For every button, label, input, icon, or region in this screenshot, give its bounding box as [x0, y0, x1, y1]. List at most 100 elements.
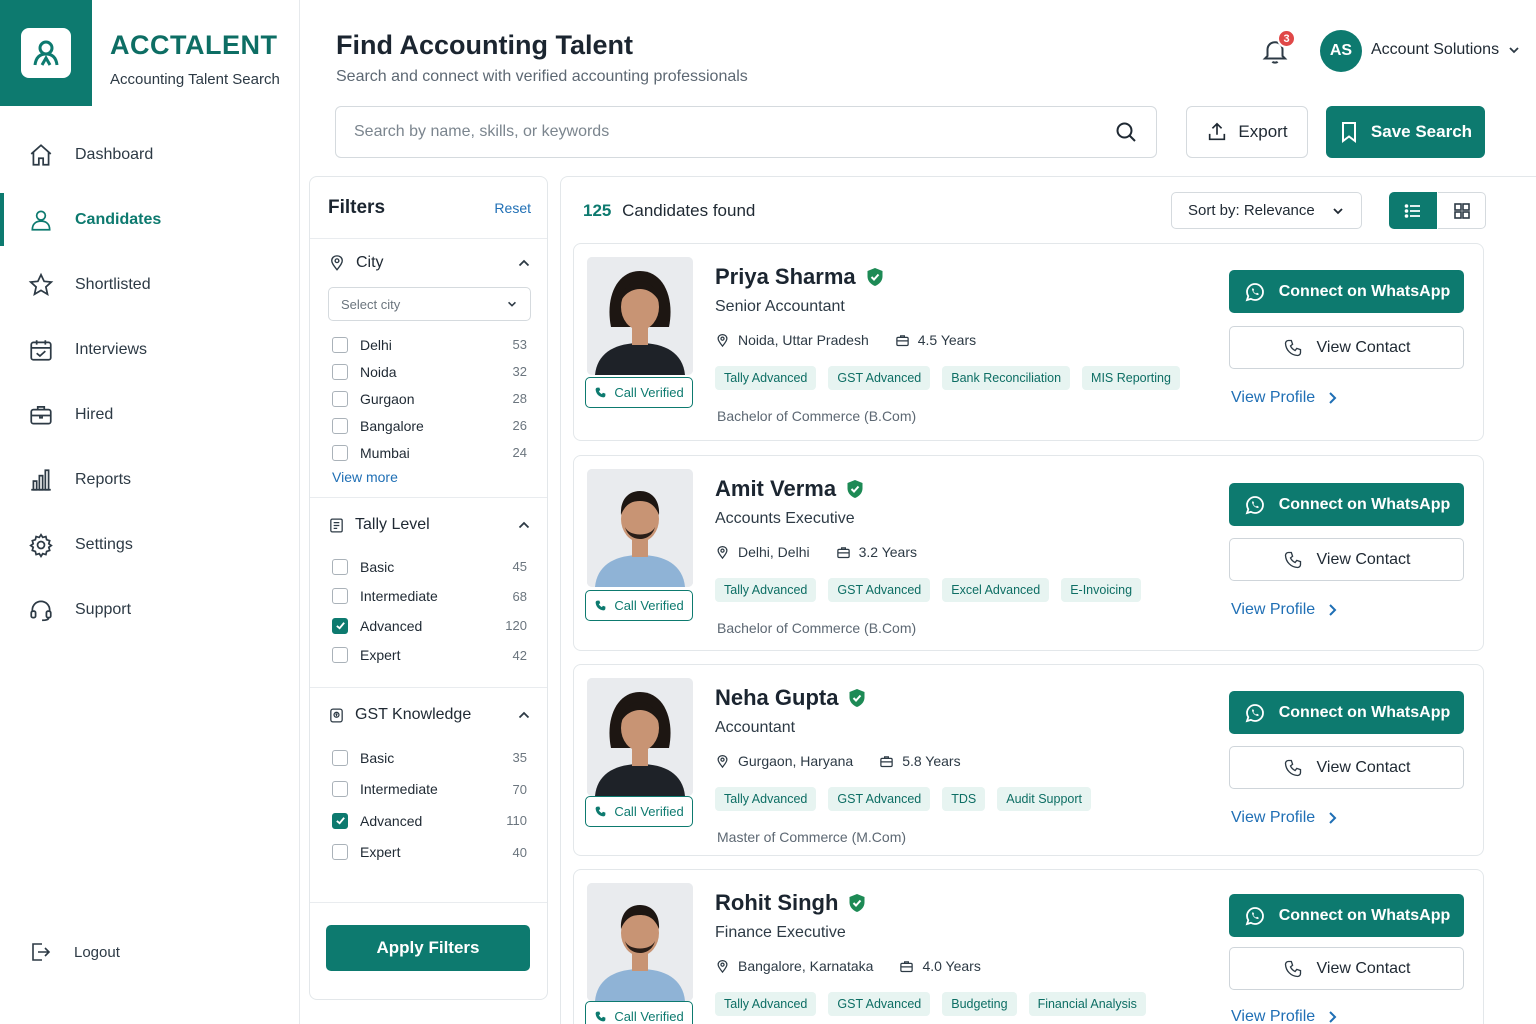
candidate-name[interactable]: Neha Gupta [715, 685, 866, 711]
view-profile-link[interactable]: View Profile [1231, 601, 1337, 619]
sidebar-item-settings[interactable]: Settings [0, 512, 299, 577]
filter-option-count: 110 [506, 813, 527, 829]
filter-option[interactable]: Bangalore 26 [328, 412, 531, 439]
sidebar-item-support[interactable]: Support [0, 577, 299, 642]
checkbox[interactable] [332, 444, 348, 461]
view-contact-button[interactable]: View Contact [1229, 947, 1464, 990]
sidebar-item-candidates[interactable]: Candidates [0, 187, 299, 252]
filter-option[interactable]: Intermediate 70 [328, 774, 531, 806]
checkbox[interactable] [332, 390, 348, 407]
list-icon [1404, 203, 1420, 218]
filter-option-label: Advanced [360, 812, 423, 829]
filter-option[interactable]: Expert 42 [328, 641, 531, 671]
checkbox[interactable] [332, 749, 348, 766]
filter-option[interactable]: Delhi 53 [328, 331, 531, 358]
phone-icon [595, 600, 606, 611]
whatsapp-button[interactable]: Connect on WhatsApp [1229, 691, 1464, 734]
chevron-right-icon [1329, 1011, 1337, 1023]
filter-option-label: Intermediate [360, 781, 438, 798]
verified-shield-icon [849, 894, 865, 912]
search-input[interactable] [354, 123, 1114, 141]
checkbox[interactable] [332, 812, 348, 829]
checkbox[interactable] [332, 647, 348, 664]
results-panel: 125 Candidates found Sort by: Relevance … [560, 176, 1536, 1024]
candidate-name[interactable]: Rohit Singh [715, 890, 866, 916]
filter-tally-header[interactable]: Tally Level [328, 498, 531, 552]
location-pin-icon [331, 255, 343, 271]
view-contact-button[interactable]: View Contact [1229, 326, 1464, 369]
filter-option[interactable]: Mumbai 24 [328, 439, 531, 466]
logout-button[interactable]: Logout [28, 940, 120, 964]
export-button[interactable]: Export [1186, 106, 1308, 158]
whatsapp-button[interactable]: Connect on WhatsApp [1229, 483, 1464, 526]
checkbox[interactable] [332, 363, 348, 380]
candidate-name-text: Priya Sharma [715, 264, 856, 289]
home-icon [30, 143, 52, 166]
filter-option-label: Basic [360, 558, 395, 575]
sidebar-item-hired[interactable]: Hired [0, 382, 299, 447]
grid-view-toggle[interactable] [1438, 192, 1486, 229]
view-more-link[interactable]: View more [328, 469, 398, 485]
filter-option[interactable]: Basic 45 [328, 552, 531, 582]
page-title: Find Accounting Talent [336, 30, 633, 60]
avatar[interactable]: AS [1320, 30, 1362, 72]
filter-option-count: 68 [512, 588, 527, 604]
filter-option[interactable]: Basic 35 [328, 742, 531, 774]
candidate-name[interactable]: Priya Sharma [715, 264, 884, 290]
search-icon[interactable] [1114, 120, 1138, 144]
gear-icon [29, 532, 53, 558]
checkbox[interactable] [332, 336, 348, 353]
verified-shield-icon [867, 268, 883, 286]
view-profile-link[interactable]: View Profile [1231, 389, 1337, 407]
filter-tally-title: Tally Level [355, 516, 430, 533]
filter-option[interactable]: Noida 32 [328, 358, 531, 385]
checkbox[interactable] [332, 417, 348, 434]
skill-tag: GST Advanced [828, 578, 931, 602]
filter-option[interactable]: Intermediate 68 [328, 582, 531, 612]
candidate-education: Master of Commerce (M.Com) [717, 829, 907, 845]
filter-option[interactable]: Gurgaon 28 [328, 385, 531, 412]
filter-option-label: Basic [360, 749, 395, 766]
apply-filters-button[interactable]: Apply Filters [326, 925, 530, 971]
filter-city-header[interactable]: City [328, 239, 531, 287]
logout-icon [32, 943, 51, 961]
sort-dropdown[interactable]: Sort by: Relevance [1171, 192, 1362, 229]
view-profile-link[interactable]: View Profile [1231, 809, 1337, 827]
checkbox[interactable] [332, 588, 348, 605]
checkbox[interactable] [332, 781, 348, 798]
phone-icon [595, 1011, 606, 1022]
filters-title: Filters [328, 196, 386, 218]
account-name: Account Solutions [1371, 41, 1500, 58]
filter-option-count: 40 [512, 844, 527, 860]
filter-option[interactable]: Advanced 120 [328, 611, 531, 641]
view-profile-link[interactable]: View Profile [1231, 1008, 1337, 1024]
filter-gst-header[interactable]: GST Knowledge [328, 688, 531, 742]
filter-city: City Select city Delhi 53 Noida 32 Gurgaon 28… [310, 239, 547, 498]
city-select[interactable]: Select city [328, 287, 531, 321]
view-contact-button[interactable]: View Contact [1229, 746, 1464, 789]
checkbox[interactable] [332, 844, 348, 861]
logo-icon [33, 40, 59, 66]
filter-city-title: City [356, 254, 384, 271]
account-menu[interactable]: Account Solutions [1371, 41, 1521, 59]
whatsapp-button[interactable]: Connect on WhatsApp [1229, 894, 1464, 937]
save-search-button[interactable]: Save Search [1326, 106, 1485, 158]
filter-option[interactable]: Expert 40 [328, 837, 531, 869]
skill-tag: Bank Reconciliation [942, 366, 1071, 390]
sidebar-item-dashboard[interactable]: Dashboard [0, 122, 299, 187]
whatsapp-button[interactable]: Connect on WhatsApp [1229, 270, 1464, 313]
sidebar-nav: Dashboard Candidates Shortlisted Intervi… [0, 122, 299, 642]
sidebar-item-reports[interactable]: Reports [0, 447, 299, 512]
skill-tag: GST Advanced [828, 787, 931, 811]
checkbox[interactable] [332, 617, 348, 634]
location-pin-icon [717, 959, 728, 973]
sidebar-item-interviews[interactable]: Interviews [0, 317, 299, 382]
candidate-name[interactable]: Amit Verma [715, 476, 864, 502]
list-view-toggle[interactable] [1389, 192, 1437, 229]
sidebar-item-shortlisted[interactable]: Shortlisted [0, 252, 299, 317]
whatsapp-label: Connect on WhatsApp [1278, 703, 1451, 721]
filter-option[interactable]: Advanced 110 [328, 805, 531, 837]
reset-link[interactable]: Reset [494, 200, 531, 216]
checkbox[interactable] [332, 558, 348, 575]
view-contact-button[interactable]: View Contact [1229, 538, 1464, 581]
